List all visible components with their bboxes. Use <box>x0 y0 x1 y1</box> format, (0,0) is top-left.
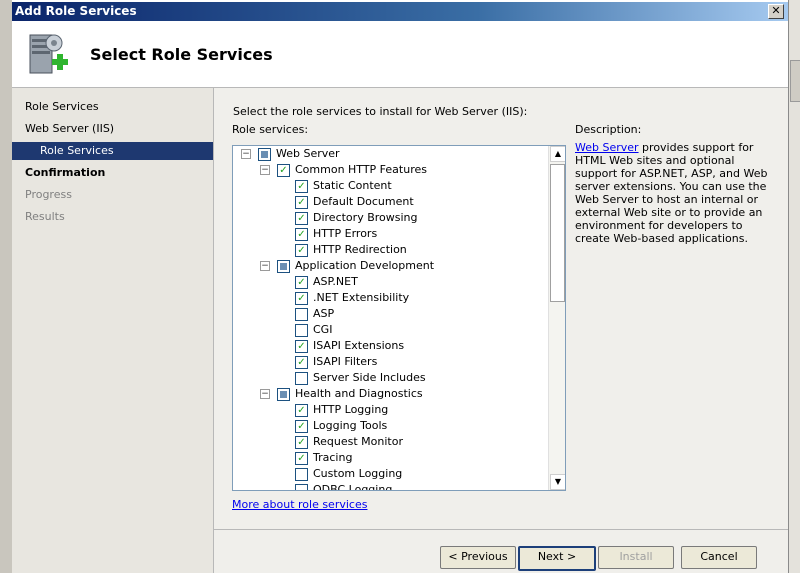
tree-label: ASP.NET <box>313 275 358 288</box>
instruction-text: Select the role services to install for … <box>233 105 528 118</box>
next-button[interactable]: Next > <box>518 546 596 571</box>
checkbox[interactable]: ✓ <box>295 292 308 305</box>
tree-label: ASP <box>313 307 335 320</box>
tree-label: HTTP Redirection <box>313 243 407 256</box>
wizard-steps-nav: Role Services Web Server (IIS) Role Serv… <box>12 88 214 573</box>
tree-label: HTTP Errors <box>313 227 378 240</box>
main-content: Select the role services to install for … <box>214 88 788 573</box>
nav-step-progress: Progress <box>25 188 72 201</box>
checkbox[interactable]: ✓ <box>295 244 308 257</box>
web-server-link[interactable]: Web Server <box>575 141 639 154</box>
window-title: Add Role Services <box>15 4 137 18</box>
checkbox[interactable]: ✓ <box>295 340 308 353</box>
checkbox[interactable]: ✓ <box>277 164 290 177</box>
previous-button[interactable]: < Previous <box>440 546 516 569</box>
tree-label: ISAPI Filters <box>313 355 378 368</box>
tree-label: Application Development <box>295 259 435 272</box>
footer-divider <box>214 529 788 530</box>
collapse-icon[interactable]: − <box>260 389 270 399</box>
tree-label: Request Monitor <box>313 435 403 448</box>
nav-step-results: Results <box>25 210 65 223</box>
checkbox[interactable]: ✓ <box>295 356 308 369</box>
tree-label: Directory Browsing <box>313 211 418 224</box>
collapse-icon[interactable]: − <box>260 261 270 271</box>
more-about-role-services-link[interactable]: More about role services <box>232 498 367 511</box>
background-window-right-edge <box>788 0 800 573</box>
checkbox[interactable]: ✓ <box>295 452 308 465</box>
checkbox[interactable] <box>295 372 308 385</box>
collapse-icon[interactable]: − <box>260 165 270 175</box>
checkbox[interactable]: ✓ <box>295 276 308 289</box>
collapse-icon[interactable]: − <box>241 149 251 159</box>
checkbox[interactable] <box>277 260 290 273</box>
checkbox[interactable]: ✓ <box>295 404 308 417</box>
nav-step-confirmation[interactable]: Confirmation <box>25 166 105 179</box>
description-label: Description: <box>575 123 642 136</box>
nav-step-role-services[interactable]: Role Services <box>25 100 99 113</box>
close-icon[interactable]: ✕ <box>768 4 784 19</box>
checkbox[interactable] <box>295 484 308 490</box>
nav-step-label: Role Services <box>40 144 114 157</box>
nav-step-role-services-active[interactable]: Role Services <box>12 142 213 160</box>
checkbox[interactable]: ✓ <box>295 436 308 449</box>
checkbox[interactable]: ✓ <box>295 180 308 193</box>
cancel-button[interactable]: Cancel <box>681 546 757 569</box>
install-button: Install <box>598 546 674 569</box>
checkbox[interactable] <box>258 148 271 161</box>
tree-label: Server Side Includes <box>313 371 426 384</box>
description-text: Web Server provides support for HTML Web… <box>575 141 775 245</box>
scroll-up-icon[interactable]: ▲ <box>550 146 565 162</box>
checkbox[interactable] <box>295 468 308 481</box>
tree-label: Tracing <box>313 451 353 464</box>
checkbox[interactable] <box>295 324 308 337</box>
description-body: provides support for HTML Web sites and … <box>575 141 768 245</box>
background-scrollbar-thumb <box>790 60 800 102</box>
tree-label: ODBC Logging <box>313 483 393 491</box>
server-add-icon <box>24 29 72 81</box>
tree-label: Default Document <box>313 195 414 208</box>
tree-label: ISAPI Extensions <box>313 339 405 352</box>
tree-label: .NET Extensibility <box>313 291 410 304</box>
tree-scrollbar[interactable]: ▲ ▼ <box>548 146 565 490</box>
checkbox[interactable] <box>277 388 290 401</box>
role-services-label: Role services: <box>232 123 309 136</box>
wizard-header: Select Role Services <box>12 21 788 88</box>
tree-label: Health and Diagnostics <box>295 387 423 400</box>
scrollbar-thumb[interactable] <box>550 164 565 302</box>
tree-label: Logging Tools <box>313 419 388 432</box>
scroll-down-icon[interactable]: ▼ <box>550 474 565 490</box>
checkbox[interactable]: ✓ <box>295 212 308 225</box>
checkbox[interactable]: ✓ <box>295 420 308 433</box>
tree-label: Static Content <box>313 179 392 192</box>
tree-label: HTTP Logging <box>313 403 389 416</box>
tree-label: Common HTTP Features <box>295 163 427 176</box>
page-title: Select Role Services <box>90 45 273 64</box>
tree-label: CGI <box>313 323 333 336</box>
nav-step-web-server-iis[interactable]: Web Server (IIS) <box>25 122 114 135</box>
title-bar[interactable]: Add Role Services ✕ <box>12 2 788 21</box>
tree-label: Web Server <box>276 147 340 160</box>
tree-label: Custom Logging <box>313 467 403 480</box>
checkbox[interactable] <box>295 308 308 321</box>
role-services-tree[interactable]: − Web Server − ✓ Common HTTP Features ✓ S… <box>232 145 566 491</box>
checkbox[interactable]: ✓ <box>295 228 308 241</box>
checkbox[interactable]: ✓ <box>295 196 308 209</box>
